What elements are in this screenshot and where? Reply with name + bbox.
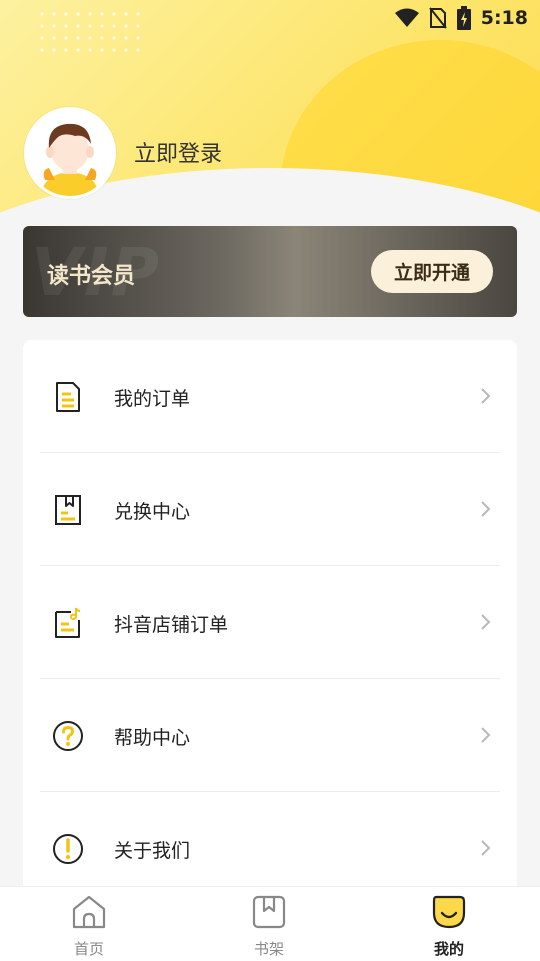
chevron-right-icon (481, 614, 491, 630)
bottom-tab-bar: 首页 书架 我的 (0, 886, 540, 961)
chevron-right-icon (481, 840, 491, 856)
menu-item-label: 我的订单 (114, 388, 191, 410)
home-icon (72, 895, 106, 929)
tab-label: 首页 (73, 940, 104, 958)
help-question-icon (53, 721, 83, 751)
decorative-dot-pattern (36, 8, 146, 58)
douyin-order-icon (55, 607, 81, 638)
avatar-boy-icon (27, 110, 113, 196)
vip-open-button[interactable]: 立即开通 (371, 250, 493, 293)
menu-item-douyin-orders[interactable]: 抖音店铺订单 (23, 566, 517, 679)
tab-home[interactable]: 首页 (29, 887, 149, 961)
menu-item-label: 抖音店铺订单 (114, 614, 229, 636)
battery-charging-icon (456, 6, 471, 30)
chevron-right-icon (481, 388, 491, 404)
menu-item-label: 关于我们 (114, 840, 191, 862)
redeem-book-icon (55, 495, 81, 525)
menu-item-label: 帮助中心 (114, 727, 191, 749)
tab-bookshelf[interactable]: 书架 (209, 887, 329, 961)
vip-title: 读书会员 (47, 264, 136, 289)
status-time: 5:18 (480, 7, 528, 29)
menu-item-my-orders[interactable]: 我的订单 (23, 340, 517, 453)
wifi-icon (394, 8, 419, 27)
order-document-icon (56, 382, 80, 412)
tab-profile[interactable]: 我的 (389, 887, 509, 961)
menu-item-help-center[interactable]: 帮助中心 (23, 679, 517, 792)
menu-item-redeem-center[interactable]: 兑换中心 (23, 453, 517, 566)
chevron-right-icon (481, 727, 491, 743)
tab-label: 我的 (433, 940, 464, 958)
login-link[interactable]: 立即登录 (134, 136, 222, 168)
about-info-icon (53, 834, 83, 864)
status-bar: 5:18 (394, 0, 540, 36)
profile-face-icon (432, 895, 466, 929)
chevron-right-icon (481, 501, 491, 517)
no-sim-icon (428, 7, 447, 29)
vip-membership-card[interactable]: VIP 读书会员 立即开通 (23, 226, 517, 317)
tab-label: 书架 (253, 940, 284, 958)
menu-list: 我的订单 兑换中心 抖音店铺订单 帮助中心 关于我们 (23, 340, 517, 900)
menu-item-label: 兑换中心 (114, 501, 191, 523)
avatar[interactable] (24, 107, 116, 199)
bookshelf-icon (252, 895, 286, 929)
